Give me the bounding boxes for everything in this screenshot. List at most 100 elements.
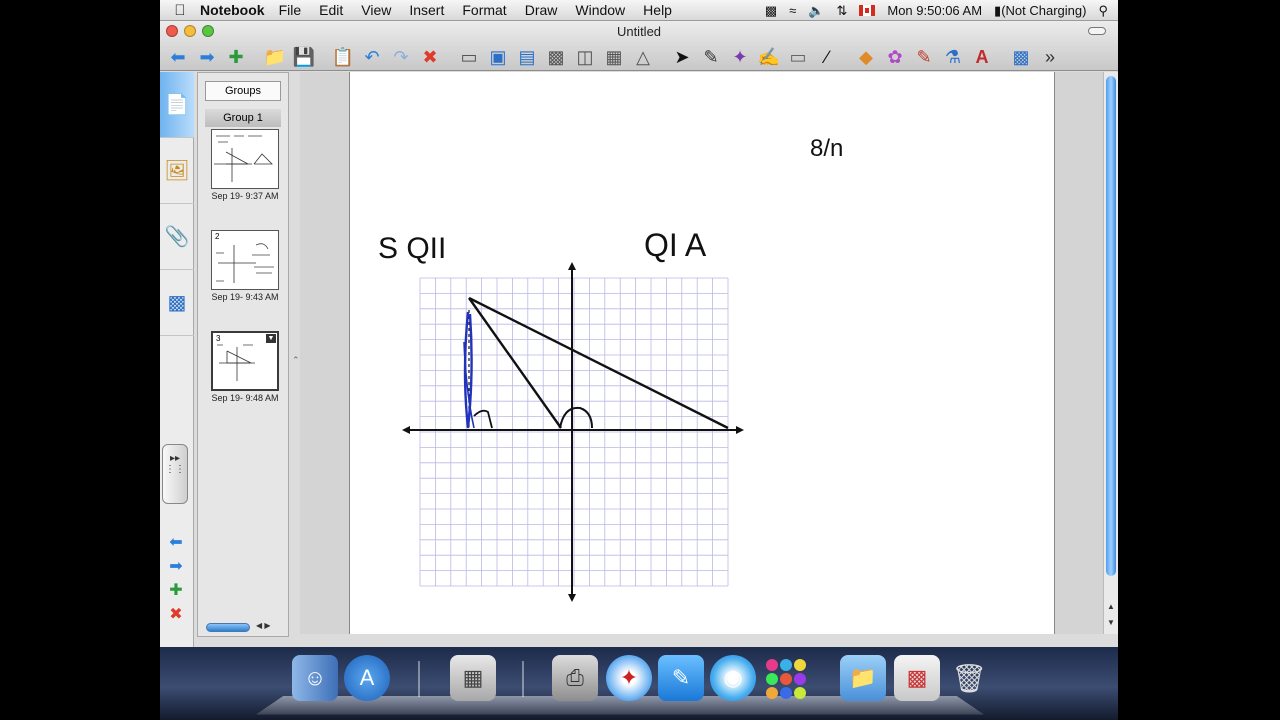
calculator-icon[interactable]: ▦ [450,655,496,701]
scroll-down-arrow[interactable]: ▼ [1107,618,1115,627]
trash-icon[interactable]: 🗑 [946,655,992,701]
app-store-icon[interactable]: A [344,655,390,701]
creative-pen-icon[interactable]: ✦ [728,45,752,69]
document-camera-icon[interactable]: ◫ [573,45,597,69]
toolbar-overflow-icon[interactable]: » [1038,45,1062,69]
vertical-scrollbar[interactable]: ▲ ▼ [1103,72,1118,634]
menu-help[interactable]: Help [643,2,672,18]
menu-window[interactable]: Window [575,2,625,18]
spotlight-icon[interactable]: ⚲ [1098,3,1108,19]
add-page-icon[interactable]: ✚ [224,45,248,69]
y-axis-arrow-top [568,262,576,270]
page-thumbnail-1[interactable] [211,129,279,189]
full-screen-icon[interactable]: ▣ [486,45,510,69]
shapes-icon[interactable]: ◆ [854,45,878,69]
whiteboard-page[interactable]: S QII QI A 8/n [349,72,1055,634]
line-icon[interactable]: ∕ [815,45,839,69]
printer-icon[interactable]: ⎙ [552,655,598,701]
clock[interactable]: Mon 9:50:06 AM [887,3,982,18]
notebook-app-icon[interactable]: ✎ [658,655,704,701]
properties-icon[interactable]: ⚗ [941,45,965,69]
menu-format[interactable]: Format [462,2,506,18]
tab-properties[interactable]: ▩ [160,270,194,336]
dvd-player-icon[interactable]: ◉ [710,655,756,701]
page-thumbnail-2[interactable]: 2 [211,230,279,290]
page-icon: 📄 [164,94,190,116]
page-thumbnail-3[interactable]: 3 ▼ [211,331,279,391]
apple-menu-icon[interactable]:  [160,2,200,19]
magic-pen-icon[interactable]: ✿ [883,45,907,69]
handwritten-note: 8/n [810,135,843,162]
tab-gallery[interactable]: 🖼 [160,138,194,204]
side-tab-strip: 📄 🖼 📎 ▩ ▸▸ ⋮⋮ ⬅ ➡ ✚ ✖ [160,72,194,647]
menu-extras: ▩ ≈ 🔈 ⇅ Mon 9:50:06 AM ▮(Not Charging) ⚲ [765,0,1108,21]
toolbar-toggle-button[interactable] [1088,27,1106,35]
group-header[interactable]: Group 1 [205,109,281,127]
text-icon[interactable]: A [970,45,994,69]
paste-icon[interactable]: 📋 [331,45,355,69]
thumbnail-size-slider[interactable] [206,623,250,632]
color-picker-icon[interactable] [762,655,808,701]
delete-icon[interactable]: ✖ [418,45,442,69]
redo-icon[interactable]: ↷ [389,45,413,69]
previous-page-icon[interactable]: ⬅ [166,45,190,69]
window-titlebar: Untitled ⬅ ➡ ✚ 📁 💾 📋 ↶ ↷ ✖ ▭ ▣ ▤ ▩ ◫ ▦ △… [160,21,1118,71]
collapse-sidebar-arrow[interactable]: ⌃ [292,355,300,366]
screen-shade-icon[interactable]: ▭ [457,45,481,69]
measurement-tools-icon[interactable]: △ [631,45,655,69]
menu-view[interactable]: View [361,2,391,18]
table-icon[interactable]: ▦ [602,45,626,69]
fill-icon[interactable]: ✎ [912,45,936,69]
capture-icon[interactable]: ▩ [544,45,568,69]
toolbar: ⬅ ➡ ✚ 📁 💾 📋 ↶ ↷ ✖ ▭ ▣ ▤ ▩ ◫ ▦ △ ➤ ✎ ✦ ✍ … [160,43,1118,71]
sidebar-previous-icon[interactable]: ⬅ [166,534,186,552]
dock: ☺ A ▦ ⎙ ✦ ✎ ◉ 📁 ▩ 🗑 [160,647,1118,720]
page-sorter: Groups Group 1 Sep 19- 9:37 AM 2 Sep 19-… [197,72,289,637]
eraser-icon[interactable]: ▭ [786,45,810,69]
display-icon[interactable]: ▩ [765,3,777,19]
sidebar-delete-icon[interactable]: ✖ [166,606,186,624]
paperclip-icon: 📎 [164,226,190,248]
tab-page-sorter[interactable]: 📄 [160,72,194,138]
picture-icon: 🖼 [164,160,190,182]
menu-draw[interactable]: Draw [525,2,558,18]
documents-folder-icon[interactable]: 📁 [840,655,886,701]
sidebar-add-page-icon[interactable]: ✚ [166,582,186,600]
open-file-icon[interactable]: 📁 [263,45,287,69]
thumbnail-drawing [214,135,273,182]
scroll-up-arrow[interactable]: ▲ [1107,602,1115,611]
highlighter-icon[interactable]: ✍ [757,45,781,69]
tab-attachments[interactable]: 📎 [160,204,194,270]
sorter-scroll-arrows[interactable]: ◀ ▶ [256,621,271,630]
safari-icon[interactable]: ✦ [606,655,652,701]
undo-icon[interactable]: ↶ [360,45,384,69]
whiteboard-drawing: S QII QI A 8/n [378,135,843,602]
window-title: Untitled [616,24,662,39]
menu-insert[interactable]: Insert [409,2,444,18]
sidebar-move-handle[interactable]: ▸▸ ⋮⋮ [162,444,188,504]
thumbnail-menu-dropdown[interactable]: ▼ [266,334,276,343]
vertical-scroll-thumb[interactable] [1106,76,1116,576]
wifi-icon[interactable]: ≈ [789,3,796,18]
menu-edit[interactable]: Edit [319,2,343,18]
dock-separator [522,661,524,697]
sidebar-next-icon[interactable]: ➡ [166,558,186,576]
battery-status[interactable]: ▮(Not Charging) [994,3,1086,19]
volume-icon[interactable]: 🔈 [808,3,824,19]
finder-icon[interactable]: ☺ [292,655,338,701]
save-icon[interactable]: 💾 [292,45,316,69]
next-page-icon[interactable]: ➡ [195,45,219,69]
select-pointer-icon[interactable]: ➤ [670,45,694,69]
groups-button[interactable]: Groups [205,81,281,101]
dual-page-icon[interactable]: ▤ [515,45,539,69]
window-preview-icon[interactable]: ▩ [894,655,940,701]
pen-icon[interactable]: ✎ [699,45,723,69]
sync-icon[interactable]: ⇅ [836,3,847,19]
color-dots [766,659,806,699]
properties-tab-icon: ▩ [167,292,187,314]
app-menu[interactable]: Notebook [200,2,265,18]
battery-label: (Not Charging) [1001,2,1087,18]
menu-file[interactable]: File [279,2,302,18]
gallery-icon[interactable]: ▩ [1009,45,1033,69]
input-source-flag-icon[interactable] [859,5,876,16]
